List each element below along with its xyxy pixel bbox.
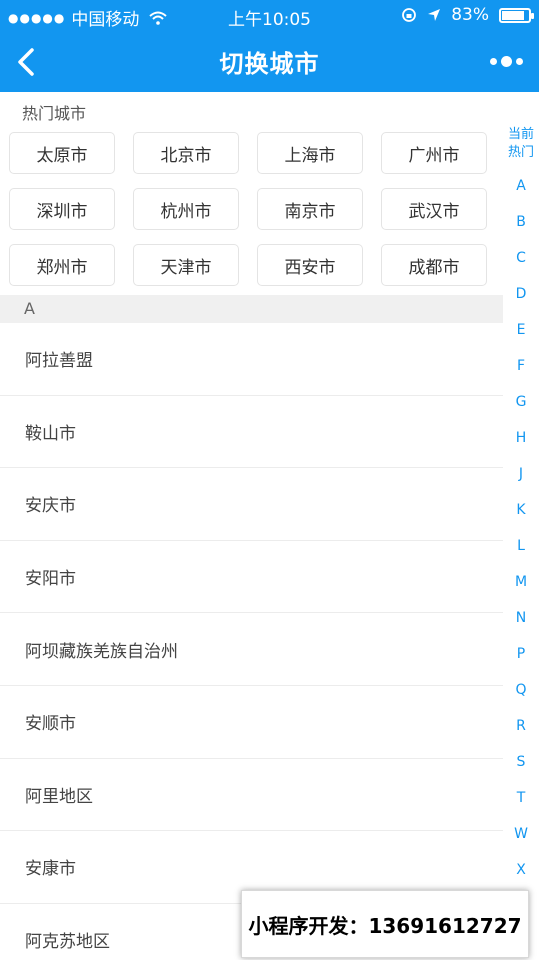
city-list-item[interactable]: 阿里地区 <box>0 759 503 832</box>
index-letter[interactable]: W <box>503 822 539 858</box>
index-letter[interactable]: L <box>503 534 539 570</box>
hot-cities-label: 热门城市 <box>22 104 87 123</box>
city-list-item[interactable]: 阿坝藏族羌族自治州 <box>0 613 503 686</box>
index-letter[interactable]: Q <box>503 678 539 714</box>
battery-percent: 83% <box>451 5 489 25</box>
city-list: 阿拉善盟 鞍山市 安庆市 安阳市 阿坝藏族羌族自治州 安顺市 阿里地区 安康市 阿克苏地区 <box>0 323 503 960</box>
battery-fill <box>502 10 524 20</box>
alphabet-index: 当前 热门 ABCDEFGHJKLMNPQRSTWX <box>503 126 539 894</box>
nav-bar: 切换城市 <box>0 30 539 92</box>
hot-city-button[interactable]: 武汉市 <box>381 188 487 230</box>
index-letter[interactable]: K <box>503 498 539 534</box>
index-letter[interactable]: H <box>503 426 539 462</box>
hot-city-button[interactable]: 上海市 <box>257 132 363 174</box>
promo-banner: 小程序开发：13691612727 <box>241 890 529 958</box>
hot-city-button[interactable]: 南京市 <box>257 188 363 230</box>
section-letter-header: A <box>0 295 503 323</box>
status-bar: ●●●●● 中国移动 上午10:05 83% <box>0 0 539 30</box>
index-letter[interactable]: T <box>503 786 539 822</box>
top-bar: ●●●●● 中国移动 上午10:05 83% 切换城市 <box>0 0 539 92</box>
index-current-hot[interactable]: 当前 热门 <box>503 126 539 162</box>
index-letter[interactable]: E <box>503 318 539 354</box>
hot-cities-grid: 太原市 北京市 上海市 广州市深圳市 杭州市 南京市 武汉市郑州市 天津市 西安市 成都市 <box>9 132 487 286</box>
hot-city-button[interactable]: 杭州市 <box>133 188 239 230</box>
hot-city-button[interactable]: 深圳市 <box>9 188 115 230</box>
index-letter[interactable]: B <box>503 210 539 246</box>
page-title: 切换城市 <box>219 50 320 78</box>
index-letter[interactable]: M <box>503 570 539 606</box>
index-letter[interactable]: D <box>503 282 539 318</box>
hot-city-button[interactable]: 天津市 <box>133 244 239 286</box>
city-list-item[interactable]: 阿拉善盟 <box>0 323 503 396</box>
index-letter[interactable]: S <box>503 750 539 786</box>
more-dots-icon[interactable] <box>490 50 523 72</box>
index-letter[interactable]: G <box>503 390 539 426</box>
city-list-item[interactable]: 安庆市 <box>0 468 503 541</box>
hot-city-button[interactable]: 郑州市 <box>9 244 115 286</box>
index-letter[interactable]: J <box>503 462 539 498</box>
index-letter[interactable]: N <box>503 606 539 642</box>
location-arrow-icon <box>428 9 441 21</box>
hot-city-button[interactable]: 成都市 <box>381 244 487 286</box>
rotation-lock-icon <box>402 8 417 22</box>
hot-city-button[interactable]: 北京市 <box>133 132 239 174</box>
index-letter[interactable]: P <box>503 642 539 678</box>
hot-city-button[interactable]: 太原市 <box>9 132 115 174</box>
city-list-item[interactable]: 安顺市 <box>0 686 503 759</box>
city-list-item[interactable]: 鞍山市 <box>0 396 503 469</box>
index-letter[interactable]: X <box>503 858 539 894</box>
index-letter[interactable]: A <box>503 174 539 210</box>
city-list-item[interactable]: 安阳市 <box>0 541 503 614</box>
hot-city-button[interactable]: 西安市 <box>257 244 363 286</box>
index-letter[interactable]: C <box>503 246 539 282</box>
index-letter[interactable]: F <box>503 354 539 390</box>
battery-icon <box>499 7 534 23</box>
index-letter[interactable]: R <box>503 714 539 750</box>
hot-city-button[interactable]: 广州市 <box>381 132 487 174</box>
